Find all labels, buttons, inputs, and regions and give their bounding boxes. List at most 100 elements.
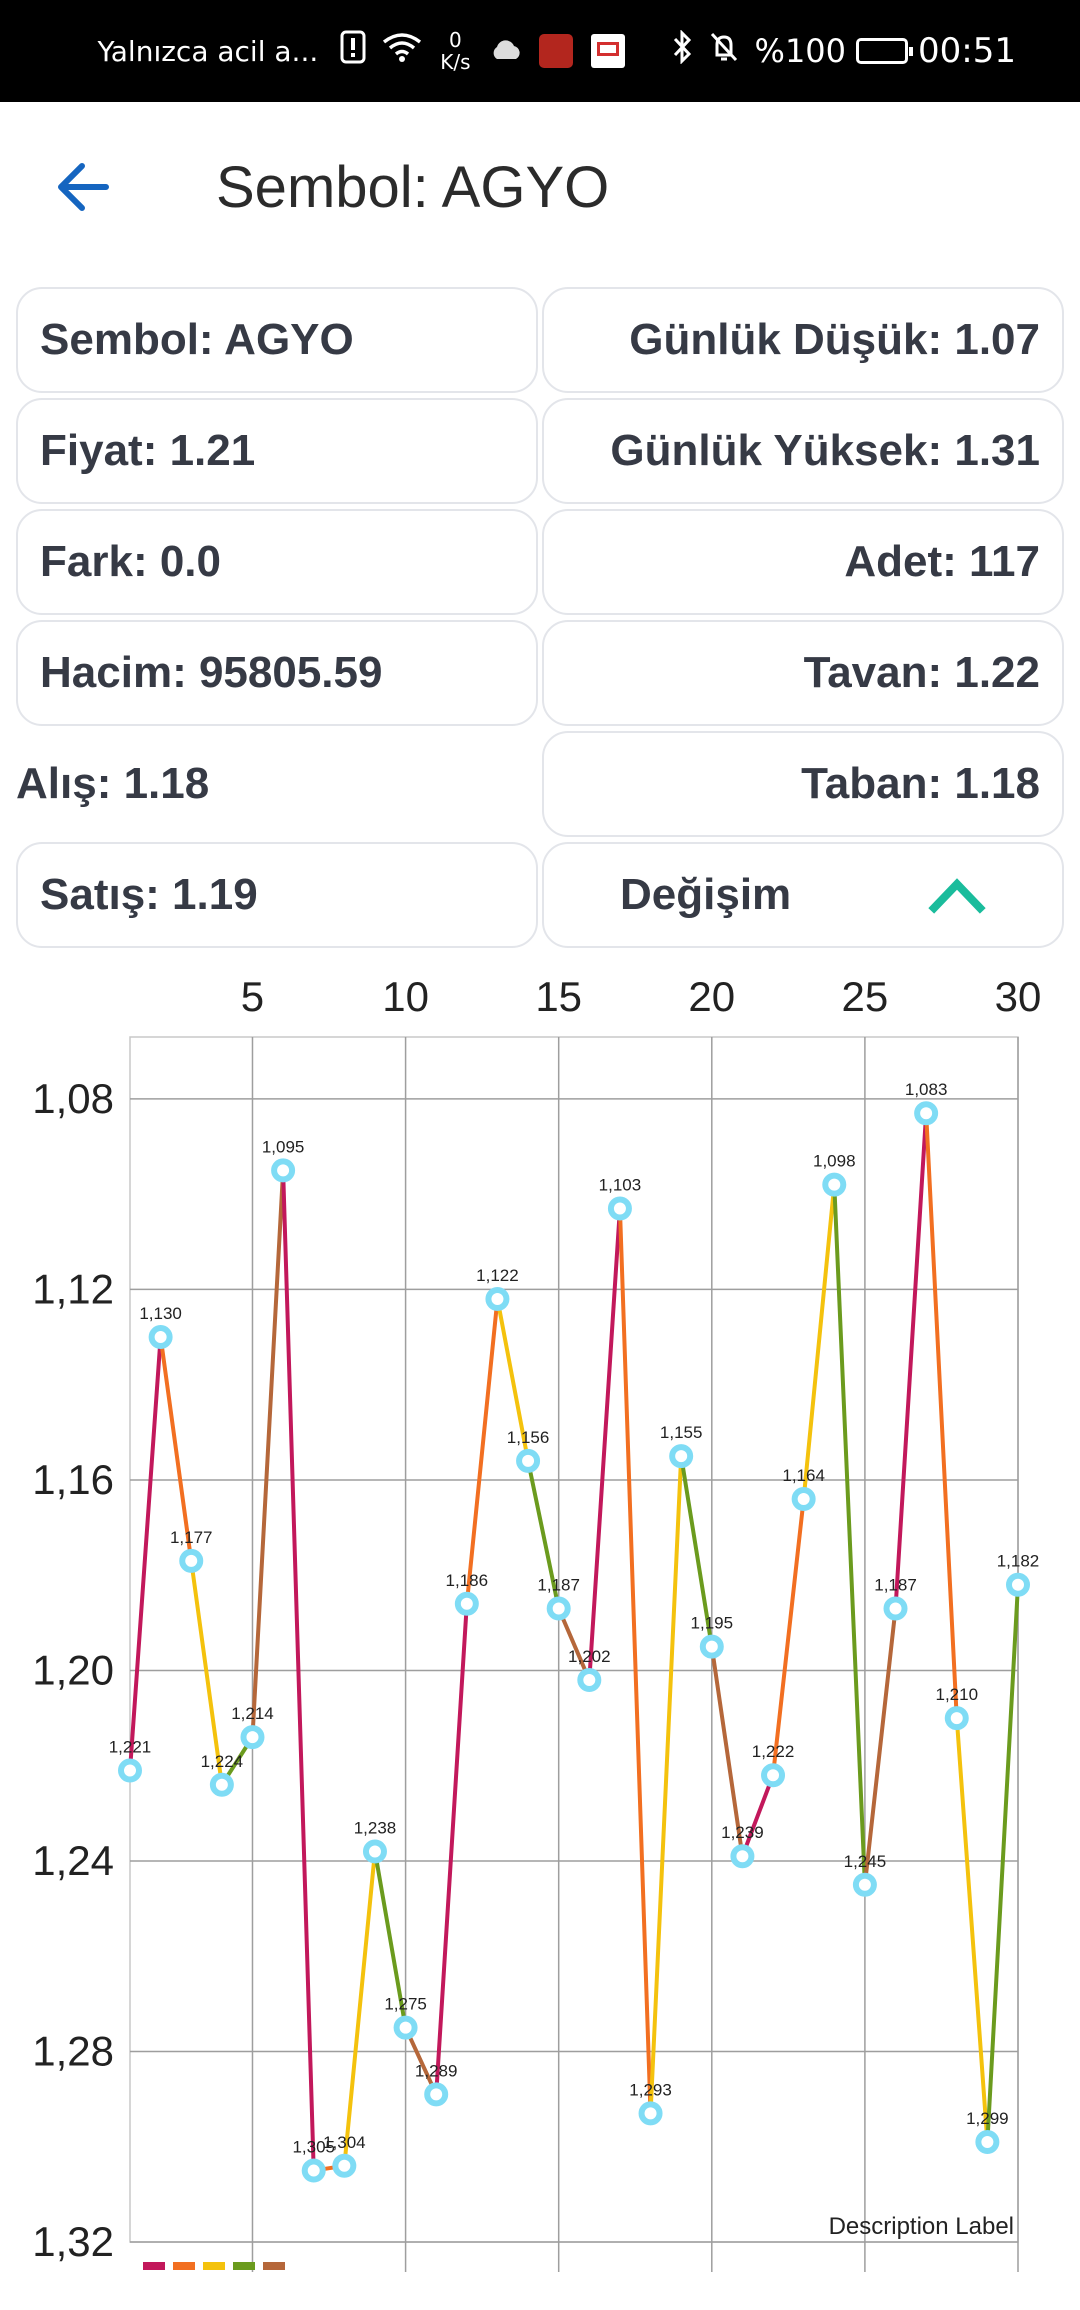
series-segment (893, 1111, 929, 1611)
net-speed-value: 0 (449, 28, 462, 52)
carrier-text: Yalnızca acil a... (97, 34, 319, 68)
series-segment (464, 1296, 500, 1606)
battery-icon (856, 38, 914, 64)
y-tick-label: 1,20 (32, 1646, 114, 1693)
data-label: 1,245 (844, 1852, 887, 1871)
series-segment (862, 1606, 898, 1887)
x-tick-label: 5 (241, 973, 264, 1020)
data-point (301, 2158, 326, 2183)
data-label: 1,187 (537, 1576, 580, 1595)
net-speed-unit: K/s (440, 50, 471, 74)
series-segment (740, 1773, 776, 1859)
data-label: 1,098 (813, 1152, 856, 1171)
floor-card: Taban: 1.18 (542, 731, 1064, 837)
data-point (148, 1325, 173, 1350)
price-line-chart: 1,08 1,12 1,16 1,20 1,24 1,28 1,32 5 10 15 20 25 30 1… (32, 973, 1041, 2272)
arrow-left-icon (58, 163, 109, 211)
legend-swatch (203, 2262, 225, 2270)
volume-text: Hacim: 95805.59 (40, 648, 383, 697)
cloud-icon (489, 34, 523, 69)
y-tick-label: 1,32 (32, 2218, 114, 2265)
daily-low-card: Günlük Düşük: 1.07 (542, 287, 1064, 393)
series-segment (587, 1206, 622, 1682)
series-segment (648, 1454, 684, 2116)
data-label: 1,130 (139, 1304, 182, 1323)
data-label: 1,239 (721, 1823, 764, 1842)
net-speed: 0 K/s (440, 29, 470, 73)
back-button[interactable] (52, 152, 118, 222)
diff-card: Fark: 0.0 (16, 509, 538, 615)
data-point (332, 2153, 357, 2178)
app-bar: Sembol: AGYO (0, 102, 1080, 272)
data-label: 1,122 (476, 1266, 519, 1285)
data-point (791, 1486, 816, 1511)
data-point (118, 1758, 142, 1783)
data-point (516, 1448, 541, 1473)
data-point (393, 2015, 418, 2040)
data-point (209, 1772, 234, 1797)
data-label: 1,103 (599, 1175, 642, 1194)
mute-icon (709, 31, 739, 71)
data-label: 1,083 (905, 1080, 948, 1099)
x-tick-label: 25 (842, 973, 889, 1020)
data-point (852, 1872, 877, 1897)
bluetooth-icon (671, 29, 693, 72)
battery-percent: %100 (754, 32, 847, 70)
news-icon (590, 34, 625, 68)
data-point (638, 2101, 663, 2126)
data-point (699, 1634, 724, 1659)
price-text: Fiyat: 1.21 (40, 426, 256, 475)
x-tick-label: 10 (382, 973, 429, 1020)
data-point (454, 1591, 479, 1616)
status-bar: Yalnızca acil a... 0 K/s %100 00:51 (0, 0, 1080, 102)
y-tick-label: 1,28 (32, 2027, 114, 2074)
floor-text: Taban: 1.18 (801, 759, 1040, 808)
ask-card: Satış: 1.19 (16, 842, 538, 948)
legend-swatch (263, 2262, 285, 2270)
data-point (883, 1596, 908, 1621)
series-segment (250, 1168, 286, 1740)
data-label: 1,224 (201, 1752, 244, 1771)
chevron-up-icon (928, 878, 986, 914)
y-tick-label: 1,24 (32, 1837, 114, 1884)
data-label: 1,238 (354, 1818, 397, 1837)
x-tick-label: 20 (688, 973, 735, 1020)
series-segment (617, 1206, 653, 2116)
data-point (179, 1548, 204, 1573)
change-label: Değişim (620, 870, 792, 919)
daily-low-text: Günlük Düşük: 1.07 (629, 315, 1040, 364)
page-title: Sembol: AGYO (216, 155, 610, 220)
legend-swatch (143, 2262, 165, 2270)
data-point (761, 1763, 786, 1788)
series-segment (985, 1582, 1020, 2144)
data-label: 1,293 (629, 2080, 672, 2099)
data-label: 1,095 (262, 1137, 305, 1156)
bid-text: Alış: 1.18 (16, 759, 210, 808)
description-label: Description Label (829, 2213, 1014, 2240)
clock: 00:51 (918, 31, 1016, 71)
data-point (944, 1706, 969, 1731)
y-tick-label: 1,08 (32, 1075, 114, 1122)
data-label: 1,195 (691, 1614, 734, 1633)
legend-swatch (173, 2262, 195, 2270)
price-card: Fiyat: 1.21 (16, 398, 538, 504)
data-label: 1,177 (170, 1528, 213, 1547)
data-point (730, 1844, 755, 1869)
ceiling-card: Tavan: 1.22 (542, 620, 1064, 726)
data-label: 1,156 (507, 1428, 550, 1447)
symbol-text: Sembol: AGYO (40, 315, 354, 364)
data-point (607, 1196, 632, 1221)
data-point (577, 1667, 602, 1692)
series-segment (954, 1716, 990, 2144)
app-badge-icon (538, 34, 573, 68)
daily-high-card: Günlük Yüksek: 1.31 (542, 398, 1064, 504)
symbol-card: Sembol: AGYO (16, 287, 538, 393)
change-toggle-button[interactable]: Değişim (542, 842, 1064, 948)
data-label: 1,275 (384, 1995, 427, 2014)
data-label: 1,289 (415, 2061, 458, 2080)
data-point (822, 1172, 847, 1197)
bid-row: Alış: 1.18 (16, 731, 210, 837)
data-point (669, 1444, 694, 1469)
series-segment (924, 1111, 959, 1721)
data-label: 1,182 (997, 1552, 1040, 1571)
